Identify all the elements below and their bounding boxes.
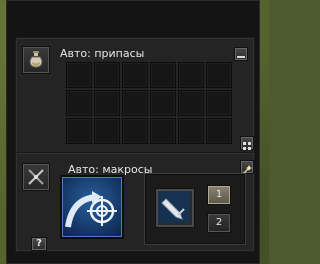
supply-slot[interactable] xyxy=(66,90,92,116)
macros-button[interactable] xyxy=(22,163,50,191)
supply-slot[interactable] xyxy=(122,118,148,144)
macro-page-2-button[interactable]: 2 xyxy=(207,213,231,233)
macro-slot-frame: 1 2 xyxy=(144,173,246,245)
grid-toggle-button[interactable] xyxy=(240,136,254,150)
minus-icon xyxy=(237,56,245,58)
macro-page-1-button[interactable]: 1 xyxy=(207,185,231,205)
macro-skill-slot[interactable] xyxy=(60,175,124,239)
target-arrow-icon xyxy=(65,191,117,228)
potion-icon xyxy=(29,51,43,68)
supply-slot[interactable] xyxy=(150,90,176,116)
supply-slot[interactable] xyxy=(206,62,232,88)
macro-action-slot[interactable] xyxy=(155,188,195,228)
supply-slot[interactable] xyxy=(178,90,204,116)
supplies-slot-grid xyxy=(66,62,232,144)
supply-slot[interactable] xyxy=(206,118,232,144)
supply-slot[interactable] xyxy=(94,118,120,144)
supplies-button[interactable] xyxy=(22,46,50,74)
supply-slot[interactable] xyxy=(66,62,92,88)
auto-supplies-section: Авто: припасы xyxy=(15,37,255,157)
help-button[interactable]: ? xyxy=(31,237,47,251)
auto-macros-section: Авто: макросы 1 2 xyxy=(15,152,255,252)
supply-slot[interactable] xyxy=(178,62,204,88)
supply-slot[interactable] xyxy=(94,62,120,88)
supply-slot[interactable] xyxy=(122,90,148,116)
supply-slot[interactable] xyxy=(206,90,232,116)
supply-slot[interactable] xyxy=(178,118,204,144)
sword-icon xyxy=(158,191,190,223)
supply-slot[interactable] xyxy=(150,62,176,88)
crossed-swords-icon xyxy=(28,169,44,185)
minimize-button[interactable] xyxy=(234,47,248,61)
auto-panel: Авто: припасы Авто: макросы 1 2 ? xyxy=(6,0,260,264)
grid-dots-icon xyxy=(243,142,251,150)
supply-slot[interactable] xyxy=(66,118,92,144)
wand-button[interactable] xyxy=(240,160,254,175)
supply-slot[interactable] xyxy=(150,118,176,144)
supply-slot[interactable] xyxy=(94,90,120,116)
supplies-title: Авто: припасы xyxy=(60,47,145,60)
supply-slot[interactable] xyxy=(122,62,148,88)
